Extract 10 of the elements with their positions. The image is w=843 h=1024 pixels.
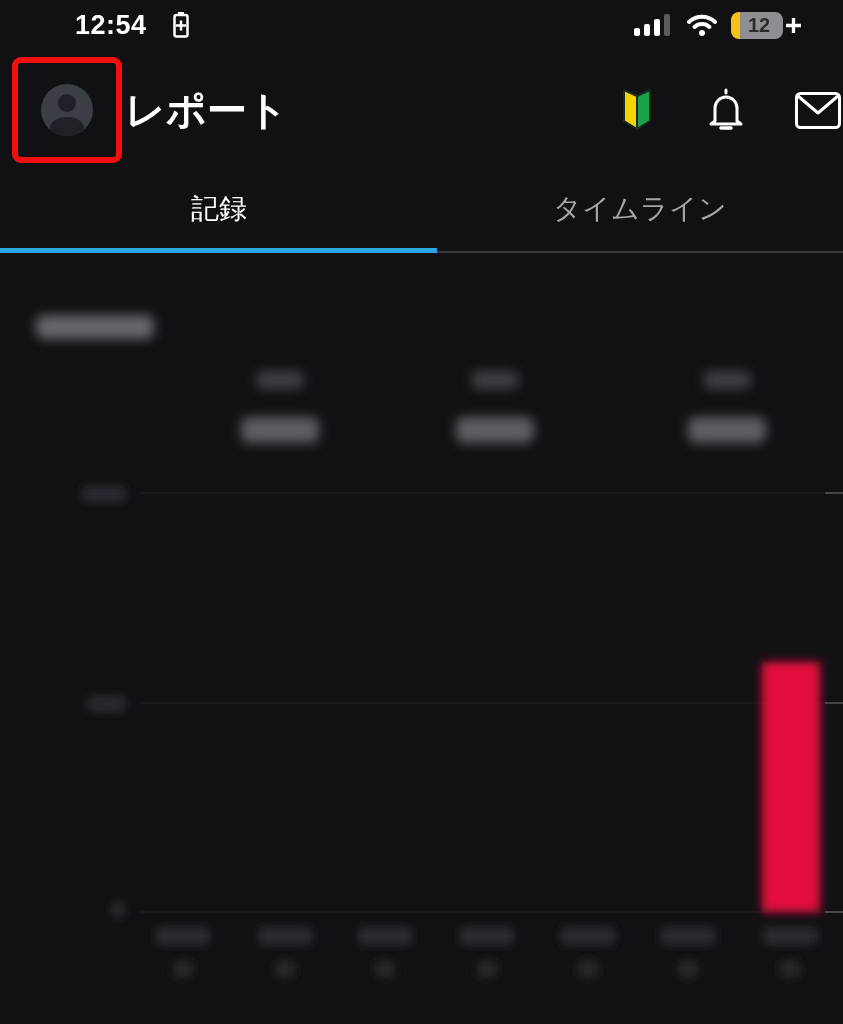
battery-plus-icon: [172, 12, 189, 38]
battery-level: 12: [731, 11, 783, 39]
status-time: 12:54: [75, 9, 147, 41]
mail-icon[interactable]: [795, 91, 841, 129]
beginner-mark-icon[interactable]: [621, 89, 653, 131]
signal-icon: [634, 14, 670, 36]
page-title: レポート: [125, 85, 288, 135]
tab[interactable]: 記録: [0, 170, 437, 253]
tab[interactable]: タイムライン: [437, 170, 843, 253]
wifi-icon: [687, 14, 717, 36]
